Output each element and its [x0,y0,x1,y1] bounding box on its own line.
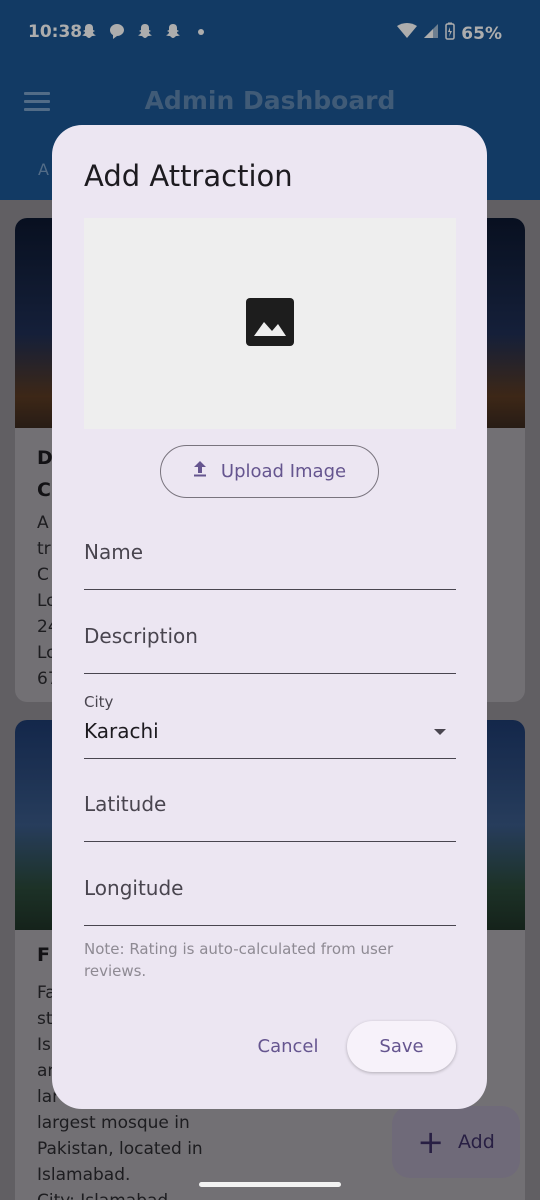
city-value: Karachi [84,719,159,743]
upload-label: Upload Image [220,461,347,482]
dialog-title: Add Attraction [84,159,293,193]
upload-icon [193,461,207,482]
upload-image-button[interactable]: Upload Image [160,445,379,498]
longitude-label: Longitude [84,876,184,900]
rating-note: Note: Rating is auto-calculated from use… [84,940,394,980]
city-label: City [84,693,114,711]
add-attraction-dialog: Add Attraction Upload Image Name Descrip… [52,125,487,1109]
cancel-button[interactable]: Cancel [240,1021,336,1071]
save-button[interactable]: Save [347,1021,456,1072]
gesture-bar[interactable] [199,1182,341,1187]
name-label: Name [84,540,144,564]
caret-down-icon [434,729,446,735]
longitude-field[interactable]: Longitude [84,866,456,926]
latitude-label: Latitude [84,792,167,816]
name-field[interactable]: Name [84,530,456,590]
image-icon [246,297,294,350]
latitude-field[interactable]: Latitude [84,782,456,842]
description-field[interactable]: Description [84,614,456,674]
image-preview [84,218,456,429]
city-select[interactable]: City Karachi [84,693,456,759]
description-label: Description [84,624,198,648]
